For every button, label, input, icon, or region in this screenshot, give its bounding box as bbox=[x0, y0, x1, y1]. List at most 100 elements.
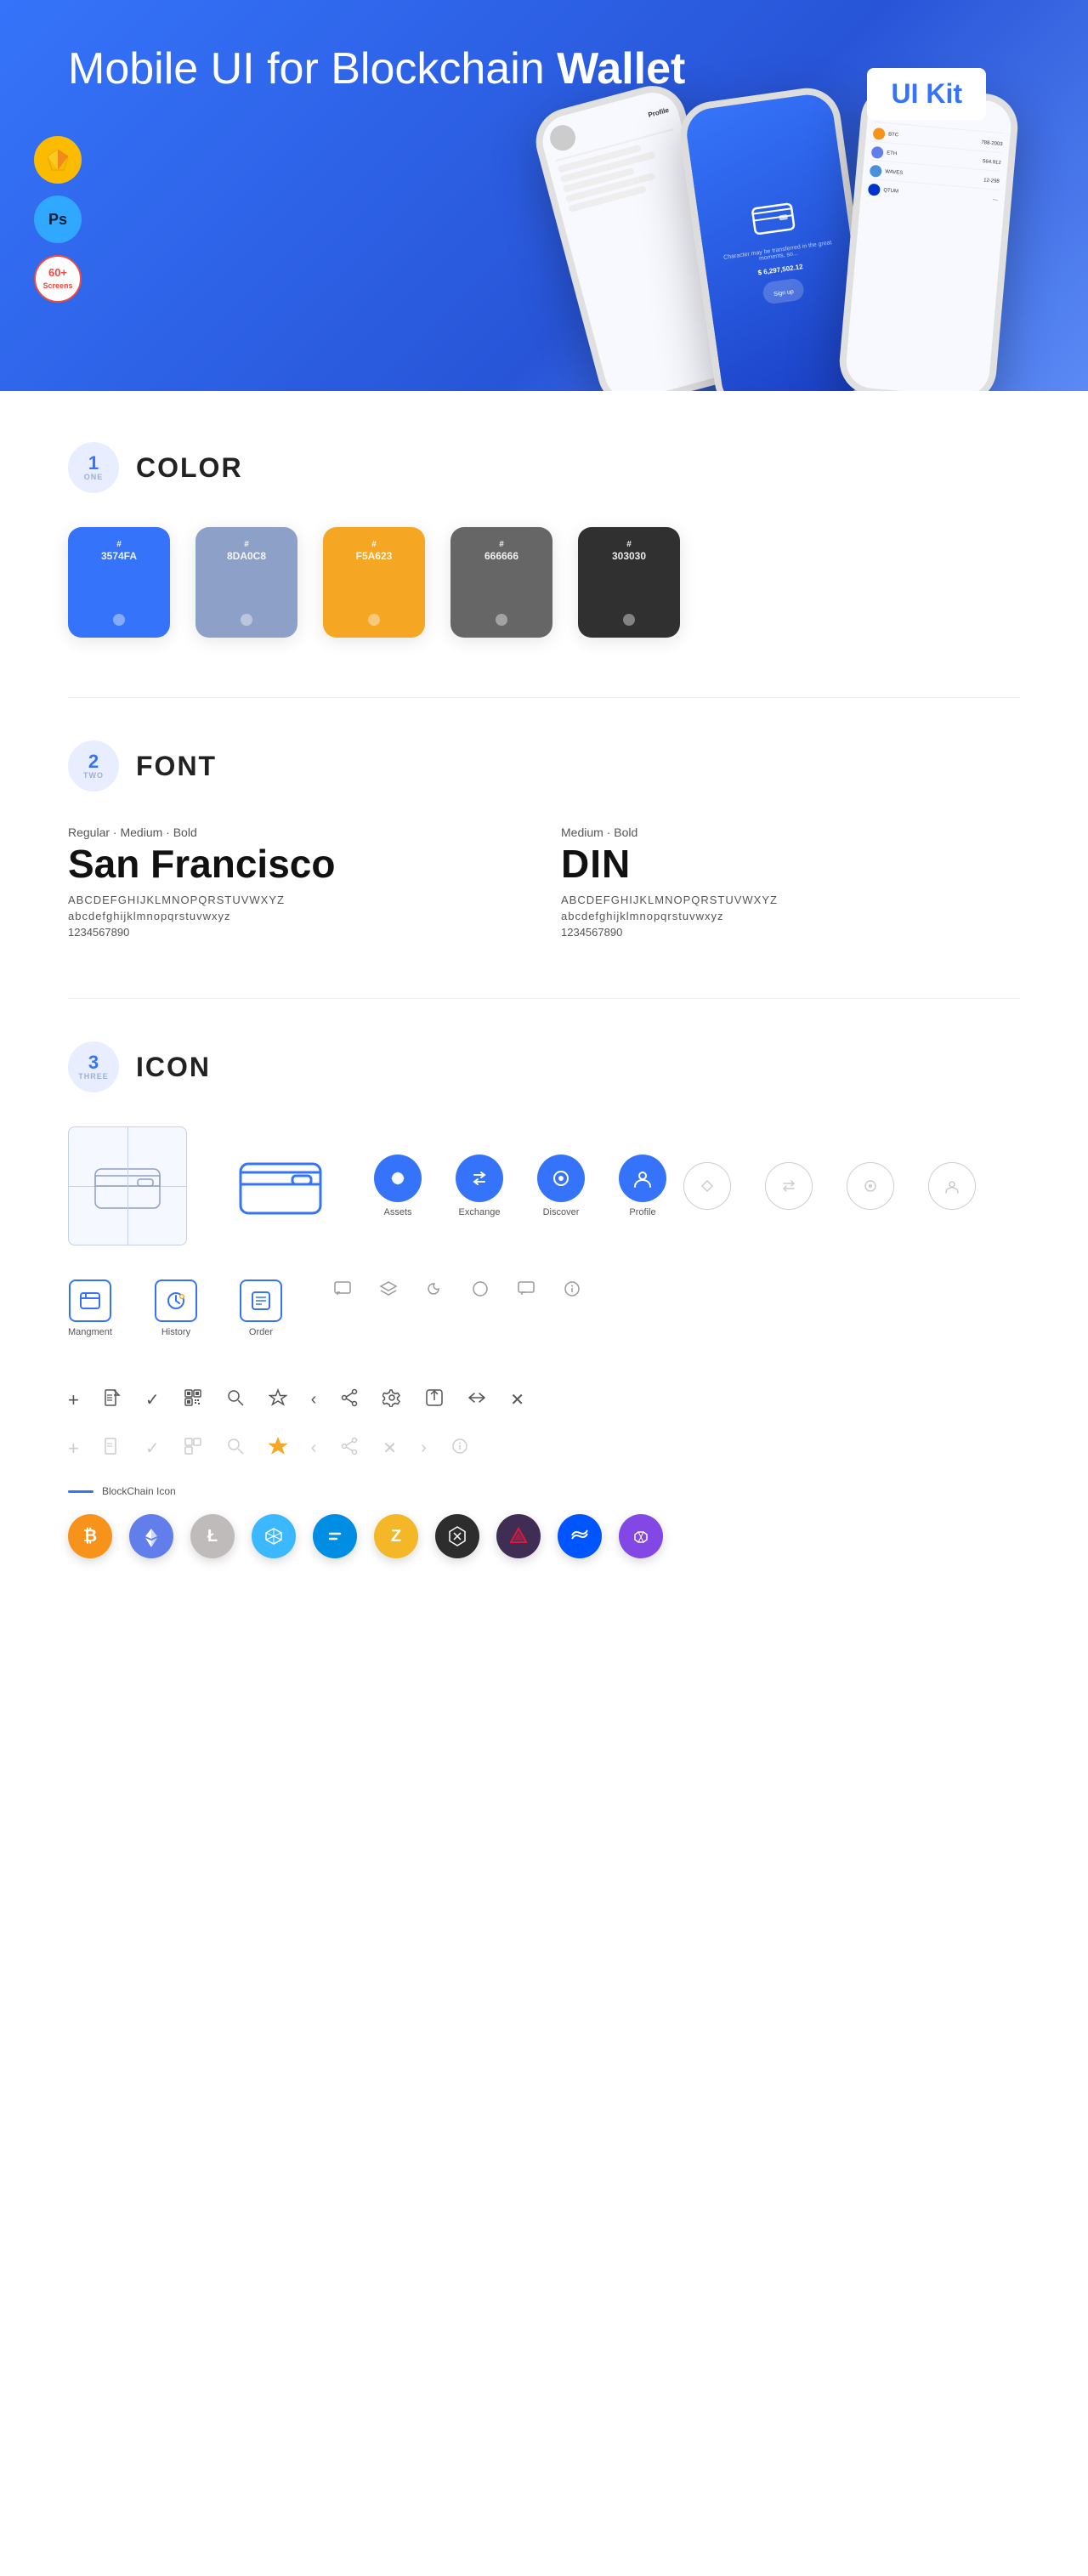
color-section-header: 1 ONE COLOR bbox=[68, 442, 1020, 493]
font-sf-lowercase: abcdefghijklmnopqrstuvwxyz bbox=[68, 910, 527, 922]
order-icon-square bbox=[240, 1279, 282, 1322]
profile-nav-icon: Profile bbox=[619, 1155, 666, 1217]
tool-badges: Ps 60+Screens bbox=[34, 136, 82, 303]
font-section: 2 TWO FONT Regular · Medium · Bold San F… bbox=[68, 740, 1020, 939]
misc-icons-row-1 bbox=[333, 1279, 581, 1302]
discover-nav-icon: Discover bbox=[537, 1155, 585, 1217]
icon-section-header: 3 THREE ICON bbox=[68, 1041, 1020, 1092]
star-active-icon bbox=[269, 1437, 287, 1460]
font-sf-uppercase: ABCDEFGHIJKLMNOPQRSTUVWXYZ bbox=[68, 894, 527, 906]
nav-icons-ghost bbox=[683, 1162, 976, 1210]
icon-title: ICON bbox=[136, 1052, 211, 1083]
discover-label: Discover bbox=[543, 1207, 580, 1217]
star-icon bbox=[269, 1388, 287, 1411]
search-icon bbox=[226, 1388, 245, 1411]
font-title: FONT bbox=[136, 751, 217, 782]
font-sf-name: San Francisco bbox=[68, 844, 527, 883]
phone-mockups: Profile Character may bbox=[527, 51, 1088, 391]
order-label: Order bbox=[249, 1327, 273, 1337]
circle-icon bbox=[471, 1279, 490, 1302]
x-icon: ✕ bbox=[382, 1438, 397, 1459]
blockchain-label: BlockChain Icon bbox=[102, 1485, 176, 1497]
color-dot bbox=[113, 614, 125, 626]
color-swatch-dark: #303030 bbox=[578, 527, 680, 638]
exchange-ghost-icon bbox=[765, 1162, 813, 1210]
hero-section: Mobile UI for Blockchain Wallet UI Kit P… bbox=[0, 0, 1088, 391]
font-sf-style: Regular · Medium · Bold bbox=[68, 826, 527, 839]
icon-section: 3 THREE ICON bbox=[68, 1041, 1020, 1558]
color-dot bbox=[623, 614, 635, 626]
font-san-francisco: Regular · Medium · Bold San Francisco AB… bbox=[68, 826, 527, 939]
font-din: Medium · Bold DIN ABCDEFGHIJKLMNOPQRSTUV… bbox=[561, 826, 1020, 939]
assets-ghost-icon bbox=[683, 1162, 731, 1210]
color-swatch-grey-blue: #8DA0C8 bbox=[196, 527, 298, 638]
ethereum-icon bbox=[129, 1514, 173, 1558]
chevron-left-icon: ‹ bbox=[311, 1390, 317, 1410]
history-tab-icon: History bbox=[155, 1279, 197, 1337]
qr-icon bbox=[184, 1388, 202, 1411]
font-grid: Regular · Medium · Bold San Francisco AB… bbox=[68, 826, 1020, 939]
arrows-icon bbox=[468, 1388, 486, 1411]
assets-label: Assets bbox=[383, 1207, 411, 1217]
color-swatch-blue: #3574FA bbox=[68, 527, 170, 638]
download-icon bbox=[425, 1388, 444, 1411]
font-section-header: 2 TWO FONT bbox=[68, 740, 1020, 792]
info-icon bbox=[563, 1279, 581, 1302]
ghost-row-1 bbox=[683, 1162, 976, 1210]
dash-icon bbox=[313, 1514, 357, 1558]
exchange-nav-icon: Exchange bbox=[456, 1155, 503, 1217]
assets-icon-circle bbox=[374, 1155, 422, 1202]
icon-grid-main: Assets Exchange bbox=[68, 1126, 1020, 1245]
order-tab-icon: Order bbox=[240, 1279, 282, 1337]
font-sf-numbers: 1234567890 bbox=[68, 926, 527, 939]
layers-icon bbox=[379, 1279, 398, 1302]
qr-ghost-icon bbox=[184, 1437, 202, 1460]
history-label: History bbox=[162, 1327, 190, 1337]
color-swatch-mid-grey: #666666 bbox=[450, 527, 552, 638]
search-ghost-icon bbox=[226, 1437, 245, 1460]
phone-mockup-3: myWallet $ 6,297,502.12 BTC 788-2003 ETH… bbox=[836, 83, 1020, 391]
icon-section-number: 3 THREE bbox=[68, 1041, 119, 1092]
color-swatches: #3574FA #8DA0C8 #F5A623 #666666 #303030 bbox=[68, 527, 1020, 638]
main-content: 1 ONE COLOR #3574FA #8DA0C8 #F5A623 #666… bbox=[0, 391, 1088, 1660]
nem-icon bbox=[252, 1514, 296, 1558]
bitcoin-icon: ₿ bbox=[68, 1514, 112, 1558]
color-swatch-orange: #F5A623 bbox=[323, 527, 425, 638]
color-dot bbox=[368, 614, 380, 626]
nav-icons-colored: Assets Exchange bbox=[374, 1155, 666, 1217]
wallet-icon-blueprint bbox=[68, 1126, 187, 1245]
crypto-icons-row: ₿ Ł Z bbox=[68, 1514, 1020, 1558]
comment-icon bbox=[333, 1279, 352, 1302]
discover-ghost-icon bbox=[847, 1162, 894, 1210]
blockchain-label-row: BlockChain Icon bbox=[68, 1485, 1020, 1497]
font-din-numbers: 1234567890 bbox=[561, 926, 1020, 939]
misc-icons-section bbox=[333, 1279, 581, 1313]
discover-icon-circle bbox=[537, 1155, 585, 1202]
info-ghost-icon bbox=[450, 1437, 469, 1460]
screens-badge: 60+Screens bbox=[34, 255, 82, 303]
waves-icon bbox=[558, 1514, 602, 1558]
exchange-icon-circle bbox=[456, 1155, 503, 1202]
gear-icon bbox=[382, 1388, 401, 1411]
exchange-label: Exchange bbox=[459, 1207, 501, 1217]
divider-2 bbox=[68, 998, 1020, 999]
font-din-lowercase: abcdefghijklmnopqrstuvwxyz bbox=[561, 910, 1020, 922]
font-din-style: Medium · Bold bbox=[561, 826, 1020, 839]
action-icons-row-1: + ✓ ‹ bbox=[68, 1388, 1020, 1411]
document-icon bbox=[103, 1388, 122, 1411]
font-section-number: 2 TWO bbox=[68, 740, 119, 792]
chat-icon bbox=[517, 1279, 536, 1302]
color-title: COLOR bbox=[136, 452, 243, 484]
sketch-badge bbox=[34, 136, 82, 184]
check-icon: ✓ bbox=[145, 1389, 160, 1410]
augur-icon bbox=[496, 1514, 541, 1558]
share-icon bbox=[340, 1388, 359, 1411]
check-ghost-icon: ✓ bbox=[145, 1438, 160, 1459]
document-ghost-icon bbox=[103, 1437, 122, 1460]
moon-icon bbox=[425, 1279, 444, 1302]
divider-1 bbox=[68, 697, 1020, 698]
plus-ghost-icon: + bbox=[68, 1438, 79, 1460]
action-icons-row-2: + ✓ ‹ ✕ › bbox=[68, 1437, 1020, 1460]
iota-icon bbox=[435, 1514, 479, 1558]
zcash-icon: Z bbox=[374, 1514, 418, 1558]
